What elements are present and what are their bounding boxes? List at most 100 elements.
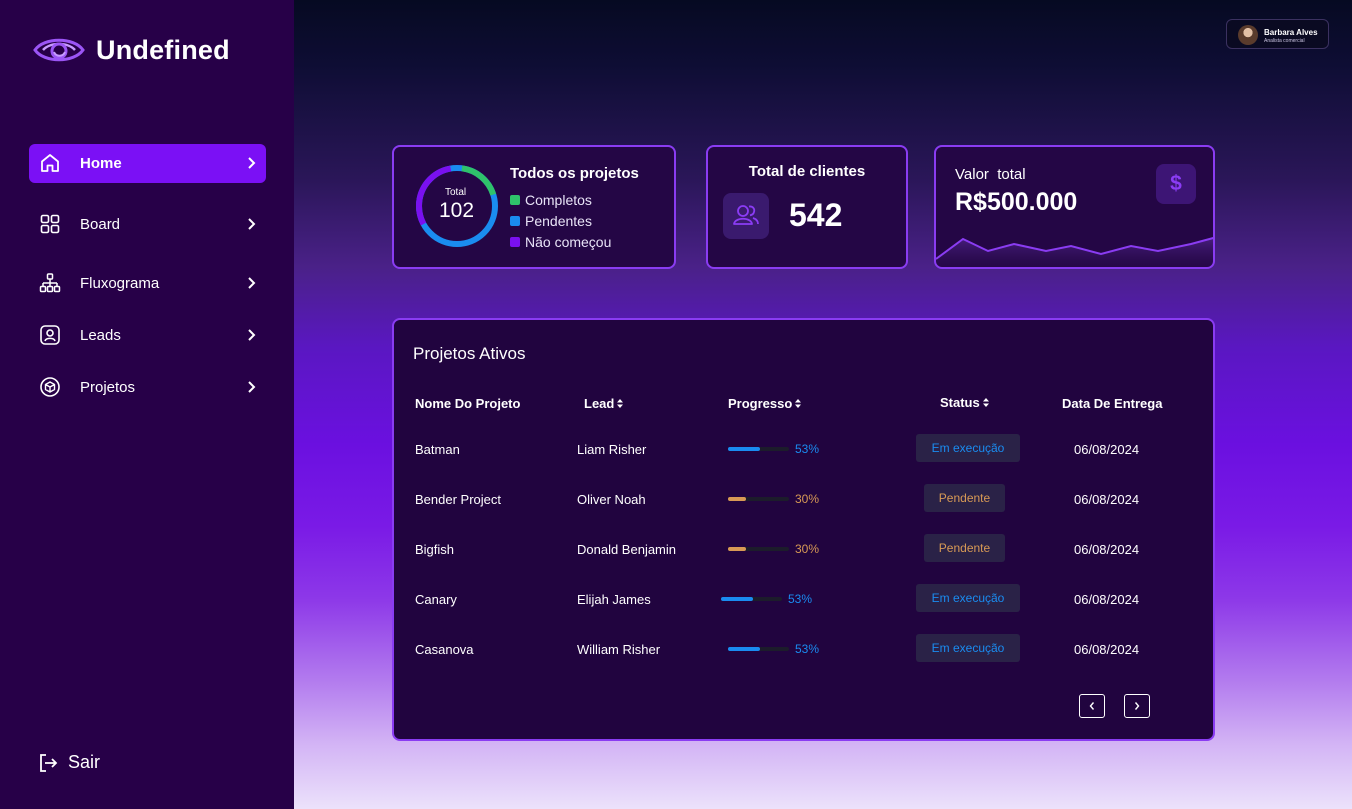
clients-icon-box bbox=[723, 193, 769, 239]
home-icon bbox=[41, 154, 59, 172]
column-header-label: Data De Entrega bbox=[1062, 396, 1163, 411]
logout-button[interactable]: Sair bbox=[38, 752, 100, 773]
project-name: Batman bbox=[415, 442, 460, 457]
sidebar-item-label: Leads bbox=[80, 327, 121, 344]
sidebar-item-board[interactable]: Board bbox=[29, 205, 266, 244]
column-header-status[interactable]: Status bbox=[940, 395, 989, 410]
profile-role: Analista comercial bbox=[1264, 38, 1305, 44]
clients-card-title: Total de clientes bbox=[748, 163, 866, 180]
status-badge: Em execução bbox=[916, 584, 1020, 612]
project-name: Casanova bbox=[415, 642, 474, 657]
progress-label: 30% bbox=[795, 492, 820, 506]
sidebar-item-leads[interactable]: Leads bbox=[29, 316, 266, 355]
progress-fill bbox=[728, 547, 746, 551]
progress-track bbox=[728, 497, 789, 501]
lead-name: Elijah James bbox=[577, 592, 651, 607]
chevron-right-icon bbox=[248, 277, 256, 289]
projects-summary-card: Total 102 Todos os projetos Completos Pe… bbox=[392, 145, 676, 269]
user-id-icon bbox=[40, 325, 60, 345]
total-value-card: Valor total R$500.000 $ bbox=[934, 145, 1215, 269]
progress-fill bbox=[728, 497, 746, 501]
column-header-progress[interactable]: Progresso bbox=[728, 396, 802, 411]
column-header-name: Nome Do Projeto bbox=[415, 396, 520, 411]
donut-total-label: Total bbox=[445, 187, 467, 198]
progress-track bbox=[728, 447, 789, 451]
project-name: Canary bbox=[415, 592, 457, 607]
column-header-label: Status bbox=[940, 395, 980, 410]
sidebar: Undefined Home Board Fluxograma Leads Pr… bbox=[0, 0, 294, 809]
chevron-right-icon bbox=[248, 157, 256, 169]
value-card-title: Valor total bbox=[955, 166, 1026, 183]
progress-fill bbox=[728, 447, 760, 451]
sort-icon bbox=[795, 399, 802, 408]
app-logo[interactable]: Undefined bbox=[32, 34, 230, 66]
dollar-icon: $ bbox=[1156, 164, 1196, 204]
column-header-label: Nome Do Projeto bbox=[415, 396, 521, 411]
flowchart-icon bbox=[39, 273, 61, 293]
sidebar-item-label: Home bbox=[80, 155, 122, 172]
progress-bar: 53% bbox=[721, 592, 812, 606]
lead-name: Donald Benjamin bbox=[577, 542, 677, 557]
progress-label: 53% bbox=[788, 592, 813, 606]
legend-swatch bbox=[510, 216, 520, 226]
project-name: Bender Project bbox=[415, 492, 501, 507]
prev-page-button[interactable] bbox=[1079, 694, 1105, 718]
sidebar-item-label: Projetos bbox=[80, 379, 136, 396]
progress-bar: 30% bbox=[728, 542, 819, 556]
progress-track bbox=[728, 547, 789, 551]
eye-logo-icon bbox=[33, 38, 85, 62]
delivery-date: 06/08/2024 bbox=[1074, 492, 1140, 507]
column-header-lead[interactable]: Lead bbox=[584, 396, 624, 411]
lead-name: Liam Risher bbox=[577, 442, 647, 457]
value-amount: R$500.000 bbox=[955, 188, 1078, 216]
delivery-date: 06/08/2024 bbox=[1074, 542, 1140, 557]
logout-label: Sair bbox=[68, 752, 101, 772]
user-profile-button[interactable]: Barbara Alves Analista comercial bbox=[1226, 19, 1329, 49]
progress-label: 53% bbox=[795, 642, 820, 656]
clients-value: 542 bbox=[789, 197, 843, 233]
lead-name: Oliver Noah bbox=[577, 492, 646, 507]
delivery-date: 06/08/2024 bbox=[1074, 592, 1140, 607]
chevron-left-icon bbox=[1089, 702, 1095, 710]
table-row[interactable]: Bigfish Donald Benjamin 30% Pendente 06/08/2… bbox=[394, 534, 1213, 564]
column-header-label: Lead bbox=[584, 396, 615, 411]
legend-swatch bbox=[510, 237, 520, 247]
progress-fill bbox=[728, 647, 760, 651]
users-icon bbox=[733, 205, 759, 225]
projects-card-title: Todos os projetos bbox=[510, 165, 639, 182]
table-row[interactable]: Bender Project Oliver Noah 30% Pendente 06/0… bbox=[394, 484, 1213, 514]
chevron-right-icon bbox=[1134, 702, 1140, 710]
status-badge: Pendente bbox=[924, 534, 1005, 562]
progress-track bbox=[721, 597, 782, 601]
status-badge: Em execução bbox=[916, 634, 1020, 662]
sort-icon bbox=[617, 399, 624, 408]
legend-item-pendentes: Pendentes bbox=[510, 213, 592, 229]
board-icon bbox=[40, 214, 60, 234]
box-icon bbox=[40, 377, 60, 397]
value-sparkline bbox=[936, 237, 1213, 267]
avatar bbox=[1238, 25, 1258, 45]
next-page-button[interactable] bbox=[1124, 694, 1150, 718]
progress-bar: 53% bbox=[728, 642, 819, 656]
legend-swatch bbox=[510, 195, 520, 205]
profile-name: Barbara Alves bbox=[1264, 28, 1318, 37]
progress-label: 53% bbox=[795, 442, 820, 456]
chevron-right-icon bbox=[248, 381, 256, 393]
progress-bar: 30% bbox=[728, 492, 819, 506]
table-row[interactable]: Casanova William Risher 53% Em execução 06/0… bbox=[394, 634, 1213, 664]
column-header-label: Progresso bbox=[728, 396, 793, 411]
legend-label: Não começou bbox=[525, 234, 612, 250]
table-row[interactable]: Batman Liam Risher 53% Em execução 06/08/202… bbox=[394, 434, 1213, 464]
sidebar-item-projetos[interactable]: Projetos bbox=[29, 368, 266, 407]
table-title: Projetos Ativos bbox=[413, 344, 526, 363]
sidebar-item-home[interactable]: Home bbox=[29, 144, 266, 183]
main-content: Barbara Alves Analista comercial Total 1… bbox=[294, 0, 1352, 809]
table-row[interactable]: Canary Elijah James 53% Em execução 06/08/20… bbox=[394, 584, 1213, 614]
clients-card: Total de clientes 542 bbox=[706, 145, 908, 269]
sort-icon bbox=[982, 398, 989, 407]
sidebar-item-fluxograma[interactable]: Fluxograma bbox=[29, 264, 266, 303]
project-name: Bigfish bbox=[415, 542, 455, 557]
sidebar-item-label: Board bbox=[80, 216, 121, 233]
column-header-date: Data De Entrega bbox=[1062, 396, 1162, 411]
chevron-right-icon bbox=[248, 218, 256, 230]
